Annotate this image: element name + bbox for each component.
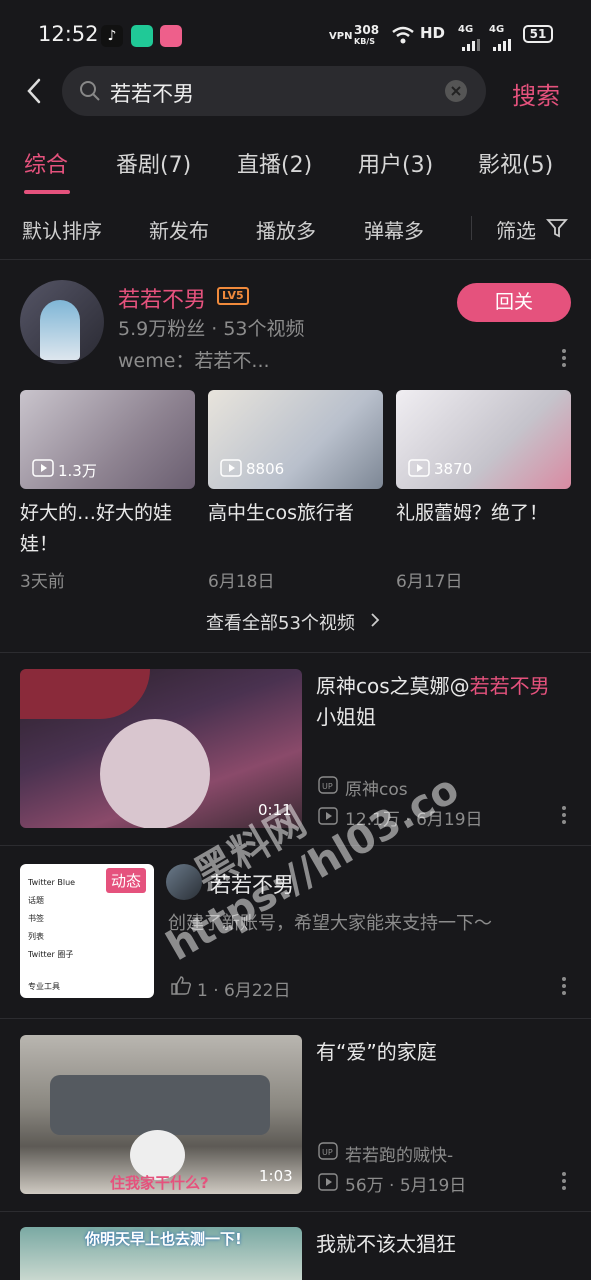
menu-item: Twitter 圈子 [28,950,74,959]
tab-live[interactable]: 直播(2) [237,147,312,179]
tab-all[interactable]: 综合 [24,147,68,179]
video-duration: 1:03 [259,1167,293,1185]
level-badge: LV5 [217,287,249,305]
video-title[interactable]: 有“爱”的家庭 [316,1037,571,1068]
chat-app-icon [131,25,153,47]
video-title[interactable]: 原神cos之莫娜@若若不男 小姐姐 [316,671,571,733]
filter-button[interactable]: 筛选 [496,215,536,244]
see-all-videos-link[interactable]: 查看全部53个视频 [206,609,355,635]
divider [0,259,591,260]
user-video-date: 6月18日 [208,572,275,592]
battery-indicator: 51 [523,25,553,43]
play-count-icon [220,459,242,481]
clear-icon[interactable] [445,80,467,106]
user-video-title[interactable]: 礼服蕾姆？绝了！ [396,498,571,529]
view-count: 3870 [434,460,473,478]
sort-default[interactable]: 默认排序 [22,215,102,244]
vpn-indicator: VPN [329,31,353,42]
dynamic-stats: 1 · 6月22日 [197,981,291,1001]
uploader-name[interactable]: 若若跑的贼快- [345,1141,453,1166]
more-icon[interactable] [562,977,568,998]
up-icon: UP [318,1142,338,1164]
signal-1-label: 4G [458,24,474,35]
sort-most-danmaku[interactable]: 弹幕多 [364,215,424,244]
tiktok-icon: ♪ [101,25,123,47]
play-count-icon [408,459,430,481]
thumbnail-caption: 你明天早上也去测一下! [85,1230,242,1248]
signal-2-icon [493,36,511,55]
signal-1-icon [462,36,480,55]
search-query: 若若不男 [110,82,194,106]
user-video-date: 3天前 [20,572,65,592]
divider [0,1018,591,1019]
play-count-icon [318,1173,338,1195]
more-icon[interactable] [562,1172,568,1193]
user-bio: weme：若若不... [118,350,270,372]
menu-item: 专业工具 [28,982,60,991]
video-title[interactable]: 我就不该太猖狂 [316,1229,571,1260]
user-video-title[interactable]: 高中生cos旅行者 [208,498,380,529]
status-bar: 12:52 ♪ VPN 308 KB/S HD 4G 4G 51 [0,0,591,60]
back-icon[interactable] [24,77,44,109]
status-time: 12:52 [38,22,99,46]
thumbnail-caption: 住我家干什么? [110,1174,209,1192]
divider [0,652,591,653]
wifi-icon [392,26,414,48]
menu-item: 列表 [28,932,44,941]
net-speed: 308 KB/S [354,23,380,46]
video-stats: 56万 · 5月19日 [345,1176,467,1196]
sort-most-played[interactable]: 播放多 [256,215,316,244]
filter-icon[interactable] [546,217,568,243]
more-icon[interactable] [562,806,568,827]
app-icon [160,25,182,47]
tab-users[interactable]: 用户(3) [358,147,433,179]
hd-indicator: HD [420,24,446,42]
tab-movies[interactable]: 影视(5) [478,147,553,179]
user-video-title[interactable]: 好大的…好大的娃娃！ [20,498,192,560]
like-icon[interactable] [170,975,192,999]
search-button[interactable]: 搜索 [512,76,560,111]
play-count-icon [32,459,54,481]
tab-indicator [24,190,70,194]
user-name[interactable]: 若若不男 [118,282,206,314]
signal-2-label: 4G [489,24,505,35]
tab-bangumi[interactable]: 番剧(7) [116,147,191,179]
divider [0,1211,591,1212]
user-video-date: 6月17日 [396,572,463,592]
svg-text:UP: UP [322,1148,333,1157]
menu-item: 话题 [28,896,44,905]
sort-newest[interactable]: 新发布 [149,215,209,244]
sort-divider [471,216,472,240]
follow-back-button[interactable]: 回关 [457,283,571,322]
search-icon [79,80,101,106]
avatar[interactable] [20,280,104,364]
more-icon[interactable] [562,349,568,370]
view-count: 1.3万 [58,462,97,480]
menu-item: 书签 [28,914,44,923]
menu-item: Twitter Blue [28,878,76,887]
user-stats: 5.9万粉丝 · 53个视频 [118,318,305,340]
view-count: 8806 [246,460,285,478]
chevron-right-icon [370,612,380,632]
